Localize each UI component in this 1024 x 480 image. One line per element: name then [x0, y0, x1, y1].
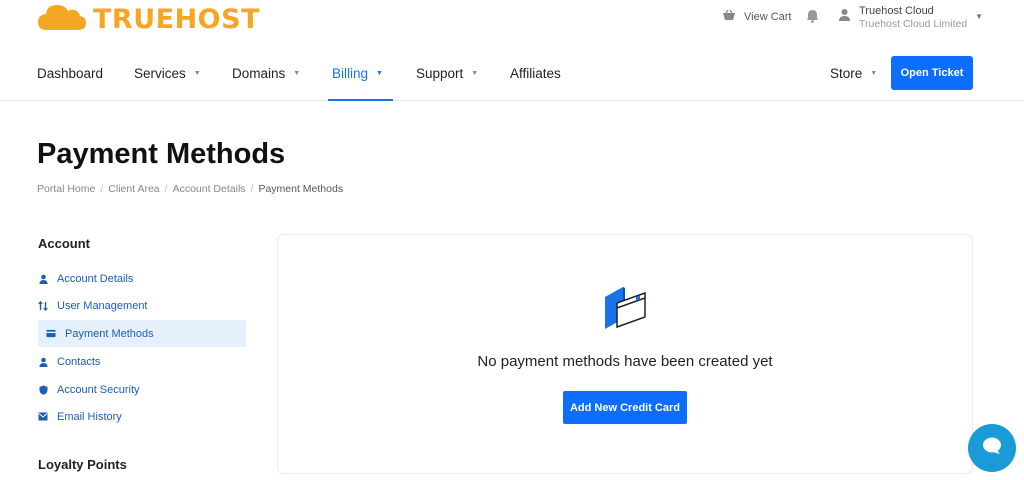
user-company: Truehost Cloud Limited [859, 18, 968, 30]
sidebar-item-label: Account Security [57, 383, 140, 396]
sidebar-item-label: Payment Methods [65, 327, 154, 340]
nav-label: Store [830, 66, 863, 81]
breadcrumb-separator: / [250, 183, 254, 195]
view-cart-label: View Cart [744, 10, 792, 23]
nav-label: Billing [332, 66, 369, 81]
add-credit-card-button[interactable]: Add New Credit Card [563, 391, 687, 424]
nav-label: Dashboard [37, 66, 104, 81]
breadcrumb-link[interactable]: Client Area [108, 183, 159, 195]
payment-methods-card: No payment methods have been created yet… [277, 234, 973, 474]
user-icon [838, 8, 851, 27]
nav-label: Domains [232, 66, 286, 81]
envelope-icon [38, 412, 48, 422]
open-ticket-button[interactable]: Open Ticket [891, 56, 973, 90]
nav-store[interactable]: Store ▼ [830, 46, 877, 101]
nav-label: Affiliates [510, 66, 561, 81]
top-bar: TRUEHOST View Cart Truehost Cloud Trueho… [0, 0, 1024, 44]
sidebar-item-account-details[interactable]: Account Details [38, 265, 246, 292]
sidebar-item-label: Contacts [57, 355, 101, 368]
breadcrumb-separator: / [100, 183, 104, 195]
shield-icon [38, 385, 48, 395]
sidebar-item-email-history[interactable]: Email History [38, 403, 246, 430]
main-nav: Dashboard Services ▼ Domains ▼ Billing ▼… [0, 46, 1024, 101]
chevron-down-icon: ▼ [975, 12, 984, 21]
sidebar-heading-loyalty: Loyalty Points [38, 457, 127, 472]
bell-icon [806, 10, 819, 27]
chat-bubble-icon [982, 437, 1002, 460]
sidebar-item-account-security[interactable]: Account Security [38, 376, 246, 403]
breadcrumb-link[interactable]: Portal Home [37, 183, 95, 195]
nav-label: Support [416, 66, 464, 81]
sidebar-item-label: User Management [57, 299, 148, 312]
notifications-button[interactable] [806, 9, 819, 28]
sidebar-item-label: Email History [57, 410, 122, 423]
sidebar-item-payment-methods[interactable]: Payment Methods [38, 320, 246, 347]
chevron-down-icon: ▼ [870, 70, 878, 77]
breadcrumb-link[interactable]: Account Details [173, 183, 246, 195]
breadcrumb-separator: / [164, 183, 168, 195]
nav-services[interactable]: Services ▼ [134, 46, 201, 101]
brand-logo[interactable]: TRUEHOST [37, 2, 260, 37]
arrows-icon [38, 300, 48, 311]
user-name: Truehost Cloud [859, 5, 934, 17]
sidebar-item-label: Account Details [57, 272, 134, 285]
page-title: Payment Methods [37, 138, 286, 170]
sidebar-item-user-management[interactable]: User Management [38, 292, 246, 319]
chevron-down-icon: ▼ [376, 70, 383, 77]
user-icon [38, 357, 48, 367]
chevron-down-icon: ▼ [193, 70, 201, 77]
page: TRUEHOST View Cart Truehost Cloud Trueho… [0, 0, 1024, 480]
nav-domains[interactable]: Domains ▼ [232, 46, 300, 101]
view-cart-link[interactable]: View Cart [722, 9, 791, 24]
chevron-down-icon: ▼ [471, 70, 479, 77]
credit-card-icon [46, 329, 56, 339]
user-menu[interactable]: Truehost Cloud Truehost Cloud Limited ▼ [838, 5, 983, 31]
empty-state-message: No payment methods have been created yet [477, 353, 773, 370]
breadcrumb-current: Payment Methods [258, 183, 344, 195]
basket-icon [722, 9, 736, 24]
chevron-down-icon: ▼ [293, 70, 301, 77]
cloud-icon [37, 2, 87, 37]
sidebar-item-contacts[interactable]: Contacts [38, 348, 246, 375]
brand-name: TRUEHOST [93, 4, 260, 35]
sidebar-heading-account: Account [38, 236, 90, 251]
nav-label: Services [134, 66, 186, 81]
nav-affiliates[interactable]: Affiliates [510, 46, 561, 101]
credit-cards-icon [603, 285, 649, 340]
live-chat-button[interactable] [968, 424, 1016, 472]
nav-billing[interactable]: Billing ▼ [328, 46, 393, 101]
nav-support[interactable]: Support ▼ [416, 46, 478, 101]
nav-dashboard[interactable]: Dashboard [37, 46, 103, 101]
user-icon [38, 274, 48, 284]
breadcrumb: Portal Home / Client Area / Account Deta… [37, 183, 343, 195]
